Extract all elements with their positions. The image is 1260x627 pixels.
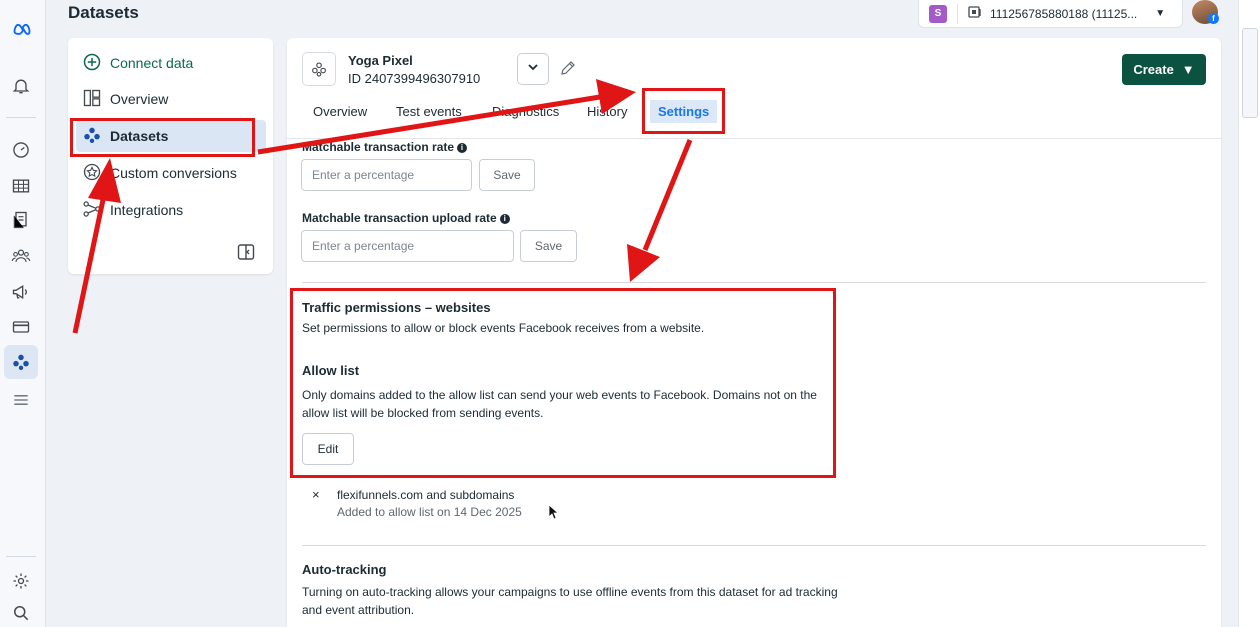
tab-overview[interactable]: Overview — [313, 104, 367, 119]
create-button[interactable]: Create ▼ — [1122, 54, 1206, 85]
search-icon[interactable] — [8, 600, 34, 626]
create-label: Create — [1133, 62, 1174, 77]
matchable-rate-input[interactable] — [301, 159, 472, 191]
rate-save-button[interactable]: Save — [479, 159, 535, 191]
pages-icon[interactable] — [8, 207, 34, 233]
star-badge-icon — [82, 162, 102, 185]
upload-rate-label: Matchable transaction upload rate i — [302, 211, 510, 225]
dataset-id: ID 2407399496307910 — [348, 71, 481, 86]
tab-diagnostics[interactable]: Diagnostics — [492, 104, 559, 119]
rail-divider — [6, 556, 36, 557]
nav-label: Connect data — [110, 55, 194, 71]
nav-connect-data[interactable]: Connect data — [76, 47, 266, 79]
bell-icon[interactable] — [8, 73, 34, 99]
nav-label: Integrations — [110, 202, 184, 218]
account-id: 111256785880188 (11125... — [990, 6, 1138, 21]
left-icon-rail — [0, 0, 46, 627]
domain-added-date: Added to allow list on 14 Dec 2025 — [337, 505, 522, 519]
chevron-down-icon — [527, 60, 539, 78]
right-window-edge — [1238, 0, 1260, 627]
caret-down-icon: ▼ — [1155, 8, 1166, 19]
annotation-traffic-box — [290, 288, 836, 478]
info-icon[interactable]: i — [499, 213, 510, 224]
upload-save-button[interactable]: Save — [520, 230, 577, 262]
annotation-settings-box — [642, 88, 725, 134]
meta-logo-icon[interactable] — [9, 16, 35, 42]
settings-icon[interactable] — [8, 568, 34, 594]
megaphone-icon[interactable] — [8, 279, 34, 305]
account-switcher[interactable]: S 111256785880188 (11125... ▼ — [918, 0, 1183, 28]
tab-history[interactable]: History — [587, 104, 627, 119]
dataset-name: Yoga Pixel — [348, 53, 413, 68]
collapse-panel-icon[interactable] — [237, 243, 255, 261]
label-text: Matchable transaction rate — [302, 140, 455, 154]
info-icon[interactable]: i — [457, 142, 468, 153]
label-text: Matchable transaction upload rate — [302, 211, 497, 225]
page-title: Datasets — [68, 3, 139, 22]
tabs-divider — [287, 138, 1221, 139]
gauge-icon[interactable] — [8, 137, 34, 163]
mouse-cursor-icon — [548, 504, 560, 520]
tab-test-events[interactable]: Test events — [396, 104, 462, 119]
caret-down-icon: ▼ — [1181, 62, 1195, 77]
rail-divider — [6, 117, 36, 118]
auto-tracking-description: Turning on auto-tracking allows your cam… — [302, 585, 838, 617]
pencil-icon[interactable] — [559, 59, 577, 77]
plus-circle-icon — [82, 52, 102, 75]
layout-icon — [82, 88, 102, 111]
auto-tracking-title: Auto-tracking — [302, 562, 387, 577]
annotation-datasets-box — [70, 118, 255, 157]
dataset-dropdown-button[interactable] — [517, 53, 549, 85]
nav-custom-conversions[interactable]: Custom conversions — [76, 157, 266, 189]
nav-label: Custom conversions — [110, 165, 237, 181]
account-badge: S — [929, 4, 947, 23]
business-account-icon — [968, 6, 982, 21]
menu-icon[interactable] — [8, 387, 34, 413]
nav-integrations[interactable]: Integrations — [76, 194, 266, 226]
nav-overview[interactable]: Overview — [76, 83, 266, 115]
table-icon[interactable] — [8, 173, 34, 199]
pixel-icon — [302, 52, 336, 86]
remove-domain-icon[interactable]: × — [312, 487, 320, 502]
upload-rate-input[interactable] — [301, 230, 514, 262]
share-nodes-icon — [82, 199, 102, 222]
billing-card-icon[interactable] — [8, 314, 34, 340]
matchable-rate-label: Matchable transaction rate i — [302, 140, 468, 154]
datasets-icon[interactable] — [8, 349, 34, 375]
section-divider — [302, 282, 1206, 283]
scroll-handle[interactable] — [1242, 28, 1258, 118]
allowed-domain: flexifunnels.com and subdomains — [337, 488, 515, 502]
section-divider — [302, 545, 1206, 546]
facebook-icon: f — [1208, 13, 1219, 24]
nav-label: Overview — [110, 91, 169, 107]
audience-icon[interactable] — [8, 243, 34, 269]
account-separator — [957, 3, 958, 24]
